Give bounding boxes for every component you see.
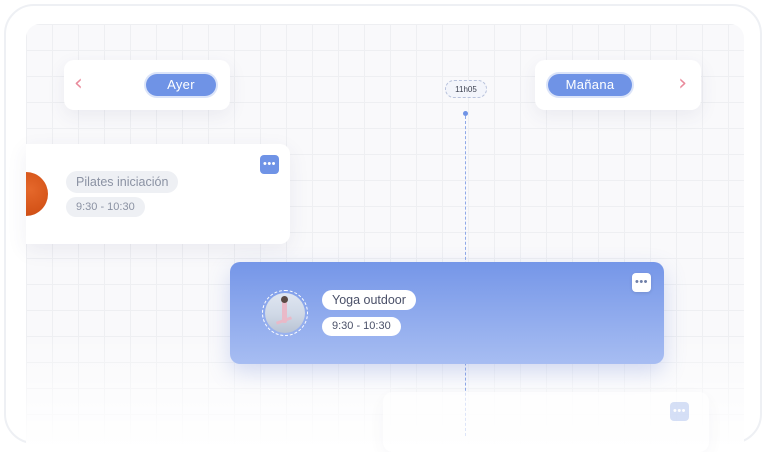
next-day-button[interactable]: Mañana <box>548 74 632 96</box>
more-options-button[interactable]: ••• <box>632 273 651 292</box>
more-options-button[interactable]: ••• <box>670 402 689 421</box>
yoga-pose-icon <box>281 296 288 323</box>
more-options-button[interactable]: ••• <box>260 155 279 174</box>
instructor-avatar <box>265 293 305 333</box>
class-card-faded[interactable]: ••• <box>383 392 709 452</box>
class-card-pilates[interactable]: Pilates iniciación 9:30 - 10:30 ••• <box>26 144 290 244</box>
previous-day-card[interactable]: ‹ Ayer <box>64 60 230 110</box>
previous-day-button[interactable]: Ayer <box>146 74 216 96</box>
class-title: Pilates iniciación <box>66 171 179 193</box>
instructor-avatar <box>26 172 48 216</box>
class-time: 9:30 - 10:30 <box>66 197 145 217</box>
chevron-left-icon[interactable]: ‹ <box>74 73 83 95</box>
next-day-card[interactable]: Mañana › <box>535 60 701 110</box>
chevron-right-icon[interactable]: › <box>678 73 687 95</box>
class-card-yoga[interactable]: Yoga outdoor 9:30 - 10:30 ••• <box>230 262 664 364</box>
current-time-badge: 11h05 <box>445 80 487 98</box>
class-title: Yoga outdoor <box>322 290 416 310</box>
class-time: 9:30 - 10:30 <box>322 317 401 336</box>
